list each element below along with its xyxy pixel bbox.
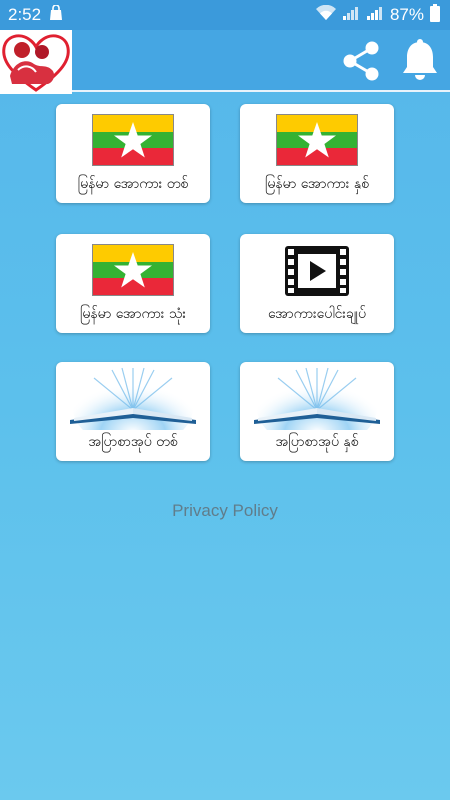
bell-icon (403, 39, 437, 80)
open-book-icon (62, 364, 204, 430)
menu-card-movie-collection[interactable]: အောကားပေါင်းချုပ် (240, 234, 394, 333)
share-button[interactable] (338, 38, 384, 84)
menu-card-label: အပြာစာအုပ် နှစ် (275, 434, 359, 450)
menu-card-blue-book-2[interactable]: အပြာစာအုပ် နှစ် (240, 362, 394, 461)
menu-card-blue-book-1[interactable]: အပြာစာအုပ် တစ် (56, 362, 210, 461)
battery-percent: 87% (389, 5, 424, 24)
menu-card-label: မြန်မာ အောကား တစ် (77, 176, 189, 192)
open-book-icon (246, 364, 388, 430)
wifi-icon (315, 4, 336, 26)
app-bar (0, 30, 450, 94)
myanmar-flag-icon (92, 114, 174, 166)
signal-icon (342, 5, 360, 26)
menu-card-label: အပြာစာအုပ် တစ် (88, 434, 178, 450)
privacy-policy-link[interactable]: Privacy Policy (0, 501, 450, 521)
myanmar-flag-icon (92, 244, 174, 296)
signal-icon (366, 5, 384, 26)
share-icon (343, 41, 379, 81)
clock-time: 2:52 (8, 5, 42, 24)
couple-heart-logo (0, 30, 72, 94)
status-bar: 2:52 87% (0, 0, 450, 30)
menu-card-myanmar-movie-1[interactable]: မြန်မာ အောကား တစ် (56, 104, 210, 203)
menu-card-label: မြန်မာ အောကား သုံး (79, 306, 186, 322)
menu-card-label: မြန်မာ အောကား နှစ် (264, 176, 370, 192)
menu-card-myanmar-movie-3[interactable]: မြန်မာ အောကား သုံး (56, 234, 210, 333)
battery-icon (430, 3, 440, 27)
menu-card-myanmar-movie-2[interactable]: မြန်မာ အောကား နှစ် (240, 104, 394, 203)
myanmar-flag-icon (276, 114, 358, 166)
notifications-button[interactable] (398, 38, 442, 84)
bag-icon (49, 3, 63, 26)
menu-card-label: အောကားပေါင်းချုပ် (267, 306, 367, 322)
film-icon (285, 246, 349, 296)
